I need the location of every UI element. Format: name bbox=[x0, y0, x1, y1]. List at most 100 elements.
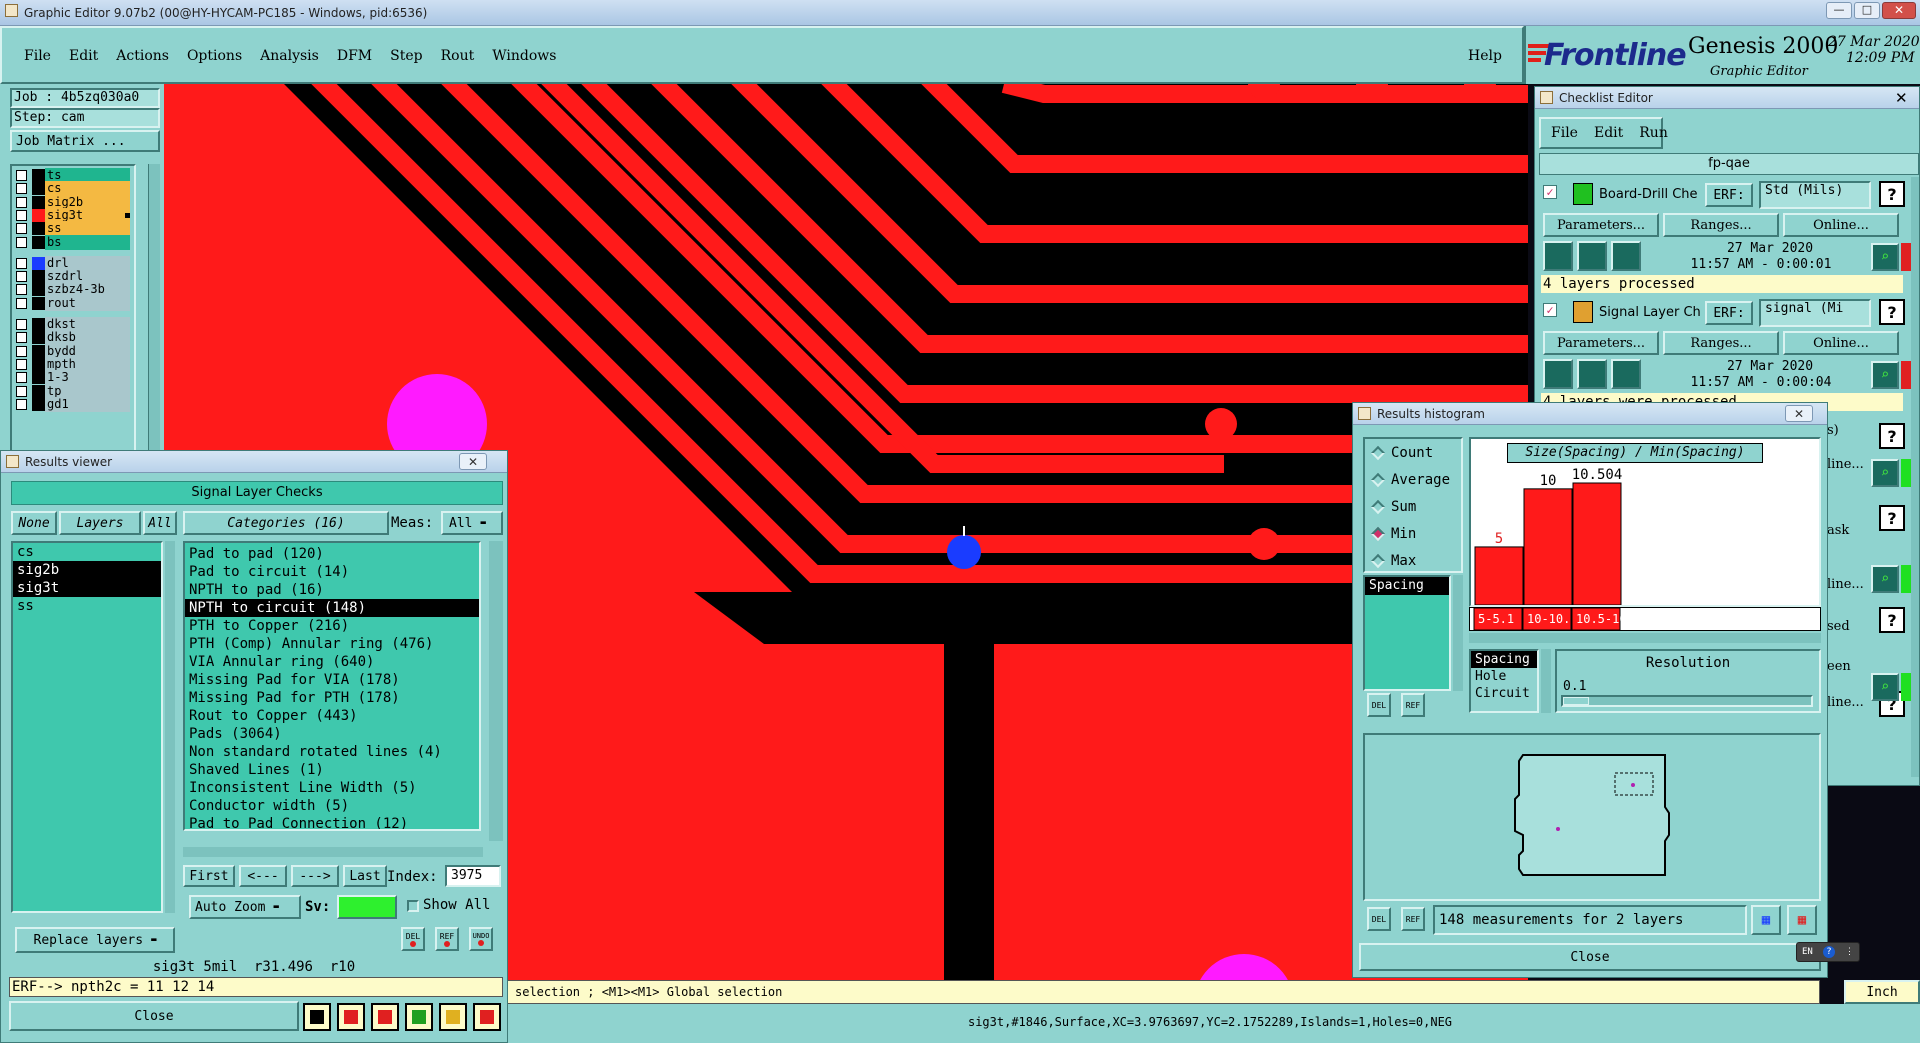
preview-ref-button[interactable]: REF bbox=[1401, 907, 1425, 931]
ranges-button[interactable]: Ranges... bbox=[1663, 213, 1779, 237]
layer-checkbox[interactable] bbox=[16, 170, 27, 181]
histogram-bar[interactable] bbox=[1572, 482, 1622, 605]
measure-icon[interactable] bbox=[405, 1003, 433, 1031]
list-item[interactable]: sig3t bbox=[13, 579, 161, 597]
zoom-icon[interactable]: ⌕ bbox=[1871, 673, 1899, 701]
layer-checkbox[interactable] bbox=[16, 332, 27, 344]
layer-row-gd1[interactable]: gd1 bbox=[12, 396, 134, 412]
results-layer-scrollbar[interactable] bbox=[165, 541, 175, 913]
erf-button[interactable]: ERF: bbox=[1705, 183, 1753, 207]
category-item[interactable]: Inconsistent Line Width (5) bbox=[185, 779, 479, 797]
layers-none-button[interactable]: None bbox=[11, 511, 57, 535]
histogram-close-icon[interactable]: ✕ bbox=[1785, 405, 1813, 422]
categories-list[interactable]: Pad to pad (120) Pad to circuit (14) NPTH … bbox=[183, 541, 481, 831]
category-item[interactable]: Shaved Lines (1) bbox=[185, 761, 479, 779]
layer-checkbox[interactable] bbox=[16, 319, 27, 330]
layer-checkbox[interactable] bbox=[16, 398, 27, 410]
window-restore-button[interactable]: □ bbox=[1854, 2, 1880, 19]
layer-row-rout[interactable]: rout bbox=[12, 295, 134, 311]
run-step-icon[interactable] bbox=[1577, 359, 1607, 389]
board-preview[interactable] bbox=[1363, 733, 1821, 901]
histogram-close-button[interactable]: Close bbox=[1359, 943, 1821, 971]
run-stop-icon[interactable] bbox=[1611, 241, 1641, 271]
report-icon[interactable]: ▦ bbox=[1787, 905, 1817, 935]
next-button[interactable]: ---> bbox=[291, 865, 339, 887]
layer-checkbox[interactable] bbox=[16, 236, 27, 248]
item-enable-checkbox[interactable]: ✓ bbox=[1543, 185, 1557, 199]
cross-icon[interactable] bbox=[371, 1003, 399, 1031]
list-icon[interactable] bbox=[439, 1003, 467, 1031]
units-button[interactable]: Inch bbox=[1844, 980, 1920, 1004]
hist-ref-button[interactable]: REF bbox=[1401, 693, 1425, 717]
category-item[interactable]: PTH (Comp) Annular ring (476) bbox=[185, 635, 479, 653]
sv-color-select[interactable] bbox=[337, 895, 397, 919]
checklist-menu-file[interactable]: File bbox=[1551, 125, 1578, 141]
layer-checkbox[interactable] bbox=[16, 257, 27, 269]
clear-icon[interactable] bbox=[337, 1003, 365, 1031]
layer-checkbox[interactable] bbox=[16, 284, 27, 296]
run-icon[interactable] bbox=[1543, 359, 1573, 389]
mode-radio-average[interactable]: Average bbox=[1370, 472, 1450, 488]
run-step-icon[interactable] bbox=[1577, 241, 1607, 271]
list-item[interactable]: Hole bbox=[1471, 668, 1537, 685]
online-button[interactable]: Online... bbox=[1783, 213, 1899, 237]
layer-row-bs[interactable]: bs bbox=[12, 234, 134, 250]
category-item[interactable]: Pad to circuit (14) bbox=[185, 563, 479, 581]
menu-analysis[interactable]: Analysis bbox=[260, 48, 319, 64]
help-circle-icon[interactable]: ? bbox=[1822, 946, 1835, 958]
category-item[interactable]: NPTH to circuit (148) bbox=[185, 599, 479, 617]
histogram-field-list[interactable]: Spacing bbox=[1363, 575, 1451, 691]
layer-checkbox[interactable] bbox=[16, 183, 27, 195]
replace-layers-select[interactable]: Replace layers ▬ bbox=[15, 927, 175, 953]
histogram-hscrollbar[interactable] bbox=[1469, 633, 1821, 643]
online-button[interactable]: Online... bbox=[1783, 331, 1899, 355]
help-menu[interactable]: Help bbox=[1468, 48, 1502, 64]
help-button[interactable]: ? bbox=[1879, 505, 1905, 531]
undo-button[interactable]: UNDO bbox=[469, 927, 493, 951]
list-item[interactable]: Circuit bbox=[1471, 685, 1537, 702]
mode-radio-min[interactable]: Min bbox=[1370, 526, 1416, 542]
preview-del-button[interactable]: DEL bbox=[1367, 907, 1391, 931]
menu-edit[interactable]: Edit bbox=[69, 48, 98, 64]
results-viewer-close-icon[interactable]: ✕ bbox=[459, 453, 487, 470]
mode-radio-sum[interactable]: Sum bbox=[1370, 499, 1416, 515]
zoom-icon[interactable]: ⌕ bbox=[1871, 565, 1899, 593]
category-item[interactable]: Pads (3064) bbox=[185, 725, 479, 743]
category-item[interactable]: Missing Pad for PTH (178) bbox=[185, 689, 479, 707]
zoom-icon[interactable]: ⌕ bbox=[1871, 361, 1899, 389]
layers-all-button[interactable]: All bbox=[143, 511, 177, 535]
slider-thumb[interactable] bbox=[1563, 697, 1589, 705]
resolution-slider[interactable] bbox=[1561, 695, 1813, 707]
layer-checkbox[interactable] bbox=[16, 372, 27, 384]
layer-checkbox[interactable] bbox=[16, 345, 27, 357]
layer-checkbox[interactable] bbox=[16, 223, 27, 235]
checklist-menu-edit[interactable]: Edit bbox=[1594, 125, 1623, 141]
help-button[interactable]: ? bbox=[1879, 299, 1905, 325]
categories-hscrollbar[interactable] bbox=[183, 847, 483, 857]
del-button[interactable]: DEL bbox=[401, 927, 425, 951]
ranges-button[interactable]: Ranges... bbox=[1663, 331, 1779, 355]
ref-button[interactable]: REF bbox=[435, 927, 459, 951]
last-button[interactable]: Last bbox=[343, 865, 387, 887]
category-item[interactable]: Pad to pad (120) bbox=[185, 545, 479, 563]
help-button[interactable]: ? bbox=[1879, 607, 1905, 633]
measure-list-scrollbar[interactable] bbox=[1541, 649, 1551, 713]
menu-rout[interactable]: Rout bbox=[441, 48, 475, 64]
menu-step[interactable]: Step bbox=[390, 48, 422, 64]
chart-icon[interactable] bbox=[473, 1003, 501, 1031]
mode-radio-max[interactable]: Max bbox=[1370, 553, 1416, 569]
menu-options[interactable]: Options bbox=[187, 48, 242, 64]
mode-radio-count[interactable]: Count bbox=[1370, 445, 1433, 461]
list-item[interactable]: ss bbox=[13, 597, 161, 615]
category-item[interactable]: Non standard rotated lines (4) bbox=[185, 743, 479, 761]
zoom-icon[interactable]: ⌕ bbox=[1871, 459, 1899, 487]
results-close-button[interactable]: Close bbox=[9, 1001, 299, 1031]
menu-file[interactable]: File bbox=[24, 48, 51, 64]
category-item[interactable]: Missing Pad for VIA (178) bbox=[185, 671, 479, 689]
index-input[interactable]: 3975 bbox=[445, 865, 501, 887]
help-button[interactable]: ? bbox=[1879, 423, 1905, 449]
show-all-checkbox[interactable] bbox=[407, 900, 419, 912]
layer-checkbox[interactable] bbox=[16, 297, 27, 309]
job-matrix-button[interactable]: Job Matrix ... bbox=[10, 130, 160, 152]
list-item[interactable]: Spacing bbox=[1471, 651, 1537, 668]
